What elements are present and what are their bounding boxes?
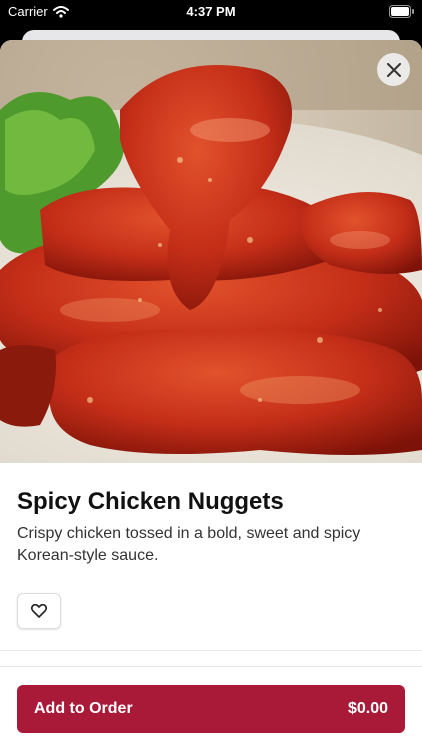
- status-bar: Carrier 4:37 PM: [0, 0, 422, 24]
- order-footer: Add to Order $0.00: [0, 666, 422, 750]
- heart-icon: [31, 604, 47, 618]
- add-to-order-button[interactable]: Add to Order $0.00: [17, 685, 405, 733]
- item-detail-sheet: Spicy Chicken Nuggets Crispy chicken tos…: [0, 40, 422, 750]
- close-icon: [386, 62, 401, 77]
- close-button[interactable]: [377, 53, 410, 86]
- battery-icon: [389, 5, 414, 21]
- divider: [0, 650, 422, 651]
- favorite-button[interactable]: [17, 593, 61, 629]
- order-price: $0.00: [347, 700, 388, 717]
- add-to-order-label: Add to Order: [34, 700, 133, 717]
- item-description: Crispy chicken tossed in a bold, sweet a…: [17, 525, 361, 564]
- item-title: Spicy Chicken Nuggets: [17, 488, 284, 515]
- clock: 4:37 PM: [186, 4, 236, 19]
- item-photo: [0, 40, 422, 463]
